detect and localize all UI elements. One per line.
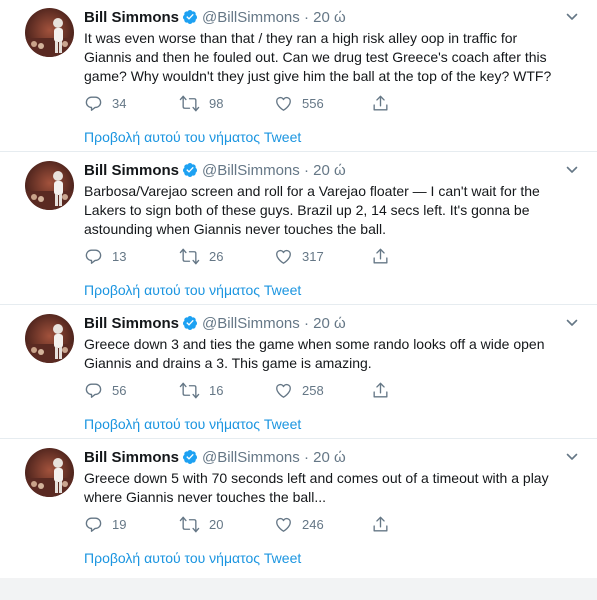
retweet-icon	[179, 516, 200, 532]
reply-button[interactable]: 13	[84, 246, 126, 266]
reply-count: 34	[112, 95, 127, 111]
tweet-header: Bill Simmons @BillSimmons · 20 ώ	[84, 8, 346, 28]
tweet[interactable]: Bill Simmons @BillSimmons · 20 ώ Barbosa/…	[0, 153, 597, 298]
tweet-divider	[0, 438, 597, 439]
reply-count: 56	[112, 382, 127, 398]
display-name[interactable]: Bill Simmons	[84, 9, 179, 26]
like-count: 317	[302, 248, 324, 264]
chevron-down-icon[interactable]	[565, 316, 579, 330]
separator-dot: ·	[303, 162, 309, 179]
timestamp[interactable]: 20 ώ	[313, 315, 346, 332]
chevron-down-icon[interactable]	[565, 163, 579, 177]
user-handle[interactable]: @BillSimmons	[202, 162, 300, 179]
reply-button[interactable]: 19	[84, 514, 126, 534]
show-thread-link[interactable]: Προβολή αυτού του νήματος Tweet	[84, 550, 301, 566]
avatar[interactable]	[25, 314, 74, 363]
display-name[interactable]: Bill Simmons	[84, 315, 179, 332]
retweet-icon	[179, 248, 200, 264]
verified-badge-icon	[183, 10, 198, 24]
tweet-header: Bill Simmons @BillSimmons · 20 ώ	[84, 314, 346, 334]
retweet-count: 98	[209, 95, 224, 111]
share-icon	[373, 516, 388, 532]
separator-dot: ·	[303, 9, 309, 26]
verified-badge-icon	[183, 450, 198, 464]
show-thread-link[interactable]: Προβολή αυτού του νήματος Tweet	[84, 129, 301, 145]
chevron-down-icon[interactable]	[565, 10, 579, 24]
retweet-count: 20	[209, 516, 224, 532]
separator-dot: ·	[303, 315, 309, 332]
avatar[interactable]	[25, 448, 74, 497]
retweet-icon	[179, 95, 200, 111]
chevron-down-icon[interactable]	[565, 450, 579, 464]
timestamp[interactable]: 20 ώ	[313, 449, 346, 466]
show-thread-link[interactable]: Προβολή αυτού του νήματος Tweet	[84, 416, 301, 432]
tweet-text: Greece down 5 with 70 seconds left and c…	[84, 470, 549, 505]
tweet-text: Greece down 3 and ties the game when som…	[84, 336, 545, 371]
tweet[interactable]: Bill Simmons @BillSimmons · 20 ώ It was e…	[0, 0, 597, 145]
avatar[interactable]	[25, 161, 74, 210]
retweet-count: 26	[209, 248, 224, 264]
reply-count: 19	[112, 516, 127, 532]
share-button[interactable]	[371, 380, 399, 400]
retweet-icon	[179, 382, 200, 398]
reply-icon	[85, 516, 102, 532]
like-icon	[276, 517, 291, 532]
like-icon	[276, 249, 291, 264]
retweet-button[interactable]: 26	[179, 246, 223, 266]
retweet-count: 16	[209, 382, 224, 398]
share-button[interactable]	[371, 93, 399, 113]
reply-button[interactable]: 56	[84, 380, 126, 400]
verified-badge-icon	[183, 316, 198, 330]
tweet-text: Barbosa/Varejao screen and roll for a Va…	[84, 183, 540, 237]
like-count: 258	[302, 382, 324, 398]
user-handle[interactable]: @BillSimmons	[202, 9, 300, 26]
like-button[interactable]: 258	[274, 380, 324, 400]
like-icon	[276, 383, 291, 398]
reply-count: 13	[112, 248, 127, 264]
timestamp[interactable]: 20 ώ	[313, 162, 346, 179]
tweet-header: Bill Simmons @BillSimmons · 20 ώ	[84, 161, 346, 181]
like-count: 556	[302, 95, 324, 111]
reply-icon	[85, 95, 102, 111]
retweet-button[interactable]: 20	[179, 514, 223, 534]
reply-icon	[85, 248, 102, 264]
separator-dot: ·	[303, 449, 309, 466]
tweet-feed: Bill Simmons @BillSimmons · 20 ώ It was e…	[0, 0, 597, 578]
timestamp[interactable]: 20 ώ	[313, 9, 346, 26]
tweet-text: It was even worse than that / they ran a…	[84, 30, 552, 84]
share-icon	[373, 95, 388, 111]
like-icon	[276, 96, 291, 111]
reply-button[interactable]: 34	[84, 93, 126, 113]
reply-icon	[85, 382, 102, 398]
tweet-header: Bill Simmons @BillSimmons · 20 ώ	[84, 448, 346, 468]
verified-badge-icon	[183, 163, 198, 177]
show-thread-link[interactable]: Προβολή αυτού του νήματος Tweet	[84, 282, 301, 298]
like-count: 246	[302, 516, 324, 532]
share-button[interactable]	[371, 246, 399, 266]
tweet[interactable]: Bill Simmons @BillSimmons · 20 ώ Greece d…	[0, 440, 597, 566]
display-name[interactable]: Bill Simmons	[84, 449, 179, 466]
like-button[interactable]: 556	[274, 93, 324, 113]
page-footer-area	[0, 578, 597, 600]
tweet-divider	[0, 304, 597, 305]
share-icon	[373, 248, 388, 264]
tweet[interactable]: Bill Simmons @BillSimmons · 20 ώ Greece d…	[0, 306, 597, 432]
like-button[interactable]: 246	[274, 514, 324, 534]
retweet-button[interactable]: 98	[179, 93, 223, 113]
share-icon	[373, 382, 388, 398]
tweet-divider	[0, 151, 597, 152]
user-handle[interactable]: @BillSimmons	[202, 449, 300, 466]
avatar[interactable]	[25, 8, 74, 57]
share-button[interactable]	[371, 514, 399, 534]
retweet-button[interactable]: 16	[179, 380, 223, 400]
user-handle[interactable]: @BillSimmons	[202, 315, 300, 332]
display-name[interactable]: Bill Simmons	[84, 162, 179, 179]
like-button[interactable]: 317	[274, 246, 324, 266]
